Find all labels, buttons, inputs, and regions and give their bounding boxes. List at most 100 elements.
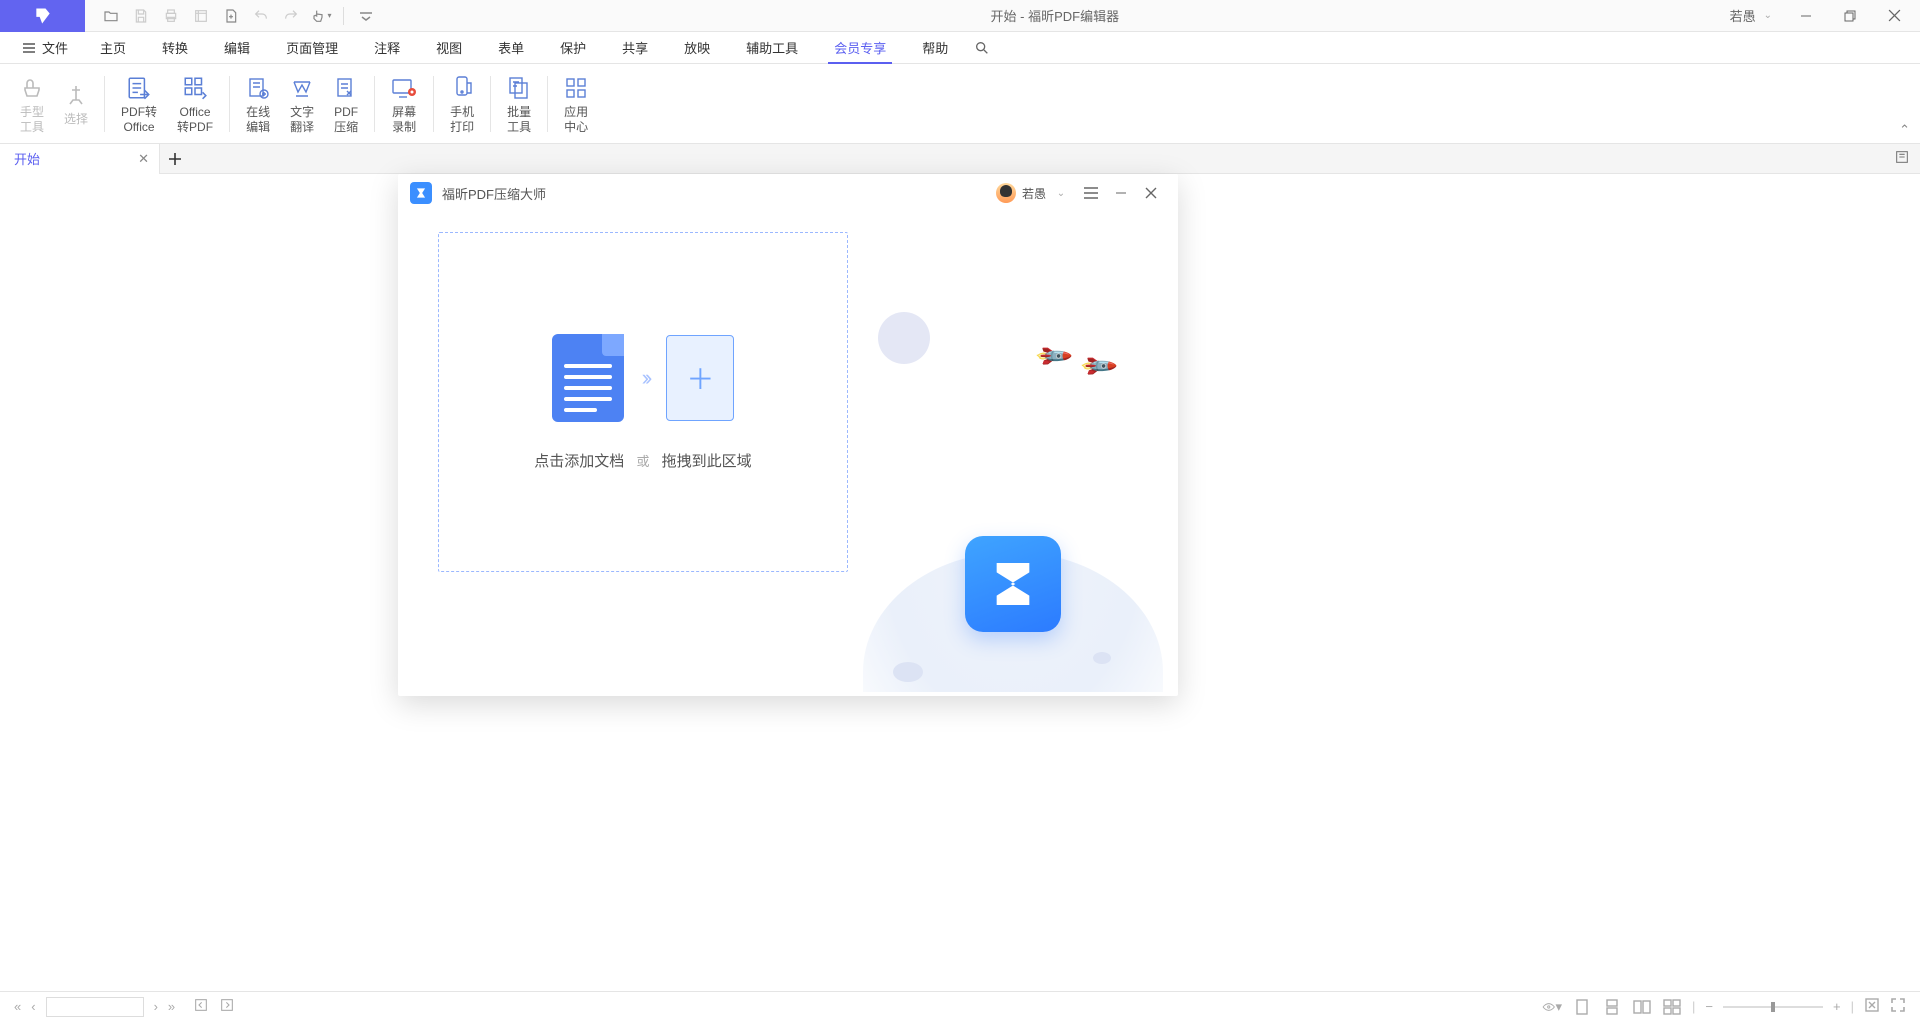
ribbon-icon [182,73,208,103]
ribbon-button-6[interactable]: 在线 编辑 [236,69,280,139]
user-avatar-icon [996,183,1016,203]
ribbon-button-0: 手型 工具 [10,69,54,139]
menu-tab-9[interactable]: 放映 [666,32,728,64]
add-file-icon: ＋ [666,335,734,421]
zoom-out-icon[interactable]: − [1705,999,1713,1014]
fullscreen-icon[interactable] [1890,997,1906,1016]
dropzone-or-label: 或 [636,454,649,469]
crater-icon [1093,652,1111,664]
menubar: 文件 主页转换编辑页面管理注释视图表单保护共享放映辅助工具会员专享帮助 [0,32,1920,64]
ribbon-button-12[interactable]: 手机 打印 [440,69,484,139]
ribbon-collapse-icon[interactable]: ⌃ [1899,122,1910,138]
ribbon-label: 批量 工具 [507,105,531,134]
ribbon-icon [334,73,358,103]
ribbon-button-3[interactable]: PDF转 Office [111,69,167,139]
arrow-icon: ›› [642,365,649,391]
first-page-icon[interactable]: « [14,999,21,1014]
nav-back-icon[interactable] [193,997,209,1016]
ribbon-button-16[interactable]: 应用 中心 [554,69,598,139]
document-tabs: 开始 ✕ [0,144,1920,174]
save-icon[interactable] [127,2,155,30]
two-page-continuous-icon[interactable] [1662,999,1682,1015]
file-menu-label: 文件 [42,38,68,57]
titlebar: ▾ 开始 - 福昕PDF编辑器 若愚 ⌄ [0,0,1920,32]
ribbon-label: 在线 编辑 [246,105,270,134]
rocket-icon: 🚀 [1032,336,1074,378]
user-chevron-icon[interactable]: ⌄ [1764,10,1772,21]
two-page-icon[interactable] [1632,999,1652,1015]
menu-tab-12[interactable]: 帮助 [904,32,966,64]
ribbon-separator [490,76,491,132]
last-page-icon[interactable]: » [168,999,175,1014]
dialog-logo-icon [410,182,432,204]
add-tab-button[interactable] [160,152,190,166]
snapshot-icon[interactable] [187,2,215,30]
menu-tab-6[interactable]: 表单 [480,32,542,64]
file-menu[interactable]: 文件 [8,32,82,64]
search-button[interactable] [966,40,998,56]
continuous-page-icon[interactable] [1602,999,1622,1015]
view-mode-eye-icon[interactable]: ▾ [1542,999,1562,1015]
dialog-menu-icon[interactable] [1076,186,1106,200]
ribbon-button-1: 选择 [54,69,98,139]
prev-page-icon[interactable]: ‹ [31,999,35,1014]
qat-overflow-icon[interactable] [352,2,380,30]
open-icon[interactable] [97,2,125,30]
dialog-user[interactable]: 若愚 [996,183,1046,203]
dialog-user-name: 若愚 [1022,185,1046,202]
statusbar-view-controls: ▾ | − + | [1542,997,1906,1016]
dialog-titlebar: 福昕PDF压缩大师 若愚 ⌄ [398,174,1178,212]
close-button[interactable] [1874,1,1914,31]
page-number-input[interactable] [46,997,144,1017]
touch-icon[interactable]: ▾ [307,2,335,30]
ribbon-button-14[interactable]: 批量 工具 [497,69,541,139]
minimize-button[interactable] [1786,1,1826,31]
menu-tab-4[interactable]: 注释 [356,32,418,64]
print-icon[interactable] [157,2,185,30]
dropzone[interactable]: ›› ＋ 点击添加文档 或 拖拽到此区域 [438,232,848,572]
close-tab-icon[interactable]: ✕ [138,151,149,167]
new-doc-icon[interactable] [217,2,245,30]
ribbon-button-7[interactable]: 文字 翻译 [280,69,324,139]
ribbon-icon [391,73,417,103]
undo-icon[interactable] [247,2,275,30]
nav-forward-icon[interactable] [219,997,235,1016]
ribbon-toolbar: 手型 工具选择 PDF转 Office Office 转PDF 在线 编辑文字 翻译P… [0,64,1920,144]
menu-tab-3[interactable]: 页面管理 [268,32,356,64]
menu-tab-10[interactable]: 辅助工具 [728,32,816,64]
dialog-minimize-button[interactable] [1106,187,1136,199]
dialog-user-chevron-icon[interactable]: ⌄ [1046,188,1076,199]
dialog-close-button[interactable] [1136,187,1166,199]
tab-options-icon[interactable] [1894,149,1910,168]
redo-icon[interactable] [277,2,305,30]
ribbon-separator [229,76,230,132]
menu-tab-5[interactable]: 视图 [418,32,480,64]
ribbon-button-8[interactable]: PDF 压缩 [324,69,368,139]
ribbon-button-4[interactable]: Office 转PDF [167,69,223,139]
dialog-body: ›› ＋ 点击添加文档 或 拖拽到此区域 🚀 🚀 [398,212,1178,692]
ribbon-separator [104,76,105,132]
zoom-in-icon[interactable]: + [1833,999,1841,1014]
ribbon-label: 屏幕 录制 [392,105,416,134]
document-icon [552,334,624,422]
next-page-icon[interactable]: › [154,999,158,1014]
menu-tab-0[interactable]: 主页 [82,32,144,64]
menu-tab-1[interactable]: 转换 [144,32,206,64]
menu-tab-8[interactable]: 共享 [604,32,666,64]
fit-page-icon[interactable] [1864,997,1880,1016]
ribbon-label: PDF转 Office [121,105,157,134]
zoom-slider[interactable] [1723,1006,1823,1008]
menu-tab-11[interactable]: 会员专享 [816,32,904,64]
menu-tab-7[interactable]: 保护 [542,32,604,64]
content-area: 福昕PDF压缩大师 若愚 ⌄ ›› ＋ 点击添加文档 [0,174,1920,988]
user-name[interactable]: 若愚 [1730,6,1756,25]
document-tab-start[interactable]: 开始 ✕ [0,144,160,174]
compress-dialog: 福昕PDF压缩大师 若愚 ⌄ ›› ＋ 点击添加文档 [398,174,1178,696]
ribbon-separator [547,76,548,132]
app-logo[interactable] [0,0,85,32]
maximize-button[interactable] [1830,1,1870,31]
single-page-icon[interactable] [1572,999,1592,1015]
menu-tab-2[interactable]: 编辑 [206,32,268,64]
ribbon-button-10[interactable]: 屏幕 录制 [381,69,427,139]
ribbon-label: Office 转PDF [177,105,213,134]
